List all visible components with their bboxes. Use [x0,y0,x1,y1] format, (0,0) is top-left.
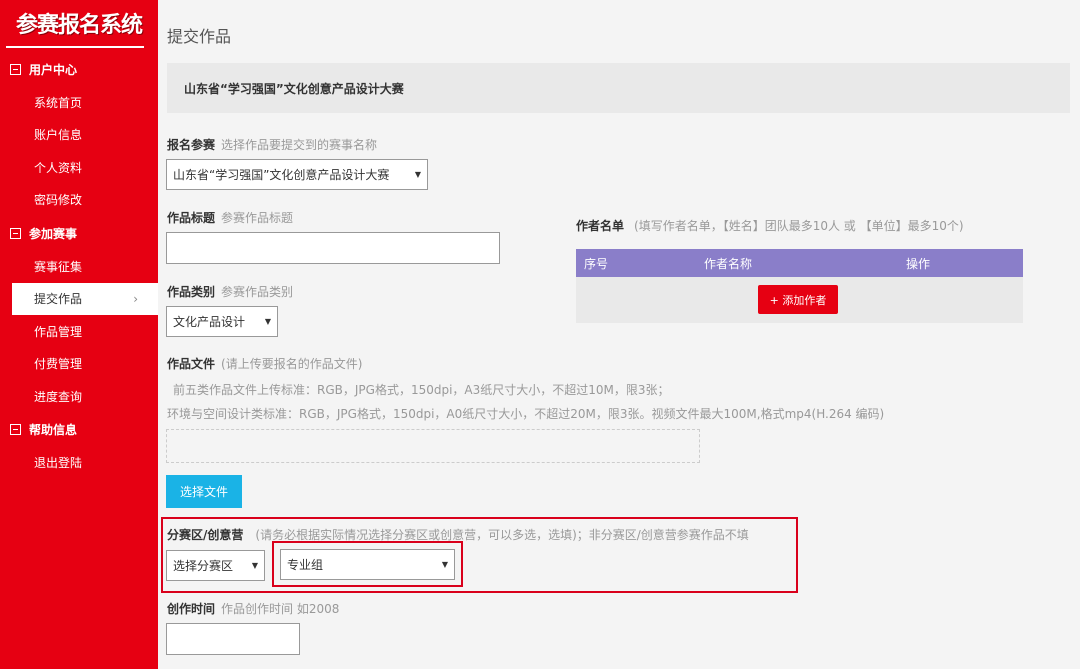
author-table: 序号 作者名称 操作 + 添加作者 [576,249,1023,323]
category-select[interactable]: 文化产品设计 ▼ [166,306,278,337]
title-label-text: 作品标题 [167,211,216,225]
contest-banner: 山东省“学习强国”文化创意产品设计大赛 [167,63,1070,113]
dropdown-arrow-icon: ▼ [414,170,421,179]
sidebar: 参赛报名系统 用户中心 系统首页 账户信息 个人资料 密码修改 参加赛事 赛事征… [0,0,158,669]
group-select-value: 专业组 [287,558,324,572]
file-note-2: 环境与空间设计类标准：RGB，JPG格式，150dpi，A0纸尺寸大小，不超过2… [167,407,885,421]
nav-group-label: 用户中心 [29,62,78,77]
nav-group-help[interactable]: 帮助信息 [0,413,158,447]
category-select-value: 文化产品设计 [173,315,246,329]
year-label-text: 创作时间 [167,602,216,616]
division-select-value: 选择分赛区 [173,559,234,573]
column-header-actions: 操作 [906,256,931,271]
sidebar-item-password[interactable]: 密码修改 [0,184,158,217]
year-input[interactable] [166,623,300,655]
contest-hint: 选择作品要提交到的赛事名称 [221,138,378,152]
chevron-right-icon: › [133,291,138,306]
nav-group-label: 帮助信息 [29,423,78,437]
collapse-icon [10,63,21,75]
dropdown-arrow-icon: ▼ [251,561,258,570]
choose-file-button[interactable]: 选择文件 [166,475,242,508]
dropdown-arrow-icon: ▼ [441,560,448,569]
file-label: 作品文件 (请上传要报名的作品文件) [167,355,362,372]
contest-label: 报名参赛 选择作品要提交到的赛事名称 [167,136,377,153]
collapse-icon [10,424,21,435]
sidebar-item-home[interactable]: 系统首页 [0,86,158,119]
sidebar-item-payment[interactable]: 付费管理 [0,348,158,381]
dropdown-arrow-icon: ▼ [264,317,271,326]
division-label-text: 分赛区/创意营 [167,528,244,542]
page-title: 提交作品 [167,27,232,46]
year-hint: 作品创作时间 如2008 [221,602,340,616]
author-table-header: 序号 作者名称 操作 [576,249,1023,277]
file-upload-area[interactable] [166,429,700,463]
group-select[interactable]: 专业组 ▼ [280,549,455,580]
year-label: 创作时间 作品创作时间 如2008 [167,600,339,617]
category-label: 作品类别 参赛作品类别 [167,283,293,300]
app-logo: 参赛报名系统 [15,12,143,38]
sidebar-item-submit-work[interactable]: 提交作品 › [12,282,158,315]
add-author-button[interactable]: + 添加作者 [758,285,838,314]
nav-group-label: 参加赛事 [29,226,78,241]
division-hint: (请务必根据实际情况选择分赛区或创意营，可以多选，选填)；非分赛区/创意营参赛作… [255,528,749,542]
contest-label-text: 报名参赛 [167,138,216,152]
file-note-1: 前五类作品文件上传标准：RGB，JPG格式，150dpi，A3纸尺寸大小，不超过… [173,383,670,397]
file-hint: (请上传要报名的作品文件) [221,357,363,371]
sidebar-item-contest-call[interactable]: 赛事征集 [0,250,158,283]
sidebar-item-work-management[interactable]: 作品管理 [0,315,158,348]
sidebar-item-logout[interactable]: 退出登陆 [0,447,158,480]
category-hint: 参赛作品类别 [221,285,294,299]
title-input[interactable] [166,232,500,264]
contest-select[interactable]: 山东省“学习强国”文化创意产品设计大赛 ▼ [166,159,428,190]
logo-underline [6,46,144,48]
category-label-text: 作品类别 [167,285,216,299]
file-label-text: 作品文件 [167,357,216,371]
sidebar-item-progress[interactable]: 进度查询 [0,380,158,413]
title-label: 作品标题 参赛作品标题 [167,209,293,226]
author-list-hint: (填写作者名单，【姓名】团队最多10人 或 【单位】最多10个) [634,219,964,233]
nav-group-user-center[interactable]: 用户中心 [0,52,158,86]
column-header-index: 序号 [584,256,609,271]
sidebar-item-profile[interactable]: 个人资料 [0,151,158,184]
nav-group-contests[interactable]: 参加赛事 [0,216,158,250]
sidebar-item-account[interactable]: 账户信息 [0,119,158,152]
division-select[interactable]: 选择分赛区 ▼ [166,550,265,581]
contest-select-value: 山东省“学习强国”文化创意产品设计大赛 [173,168,390,182]
sidebar-item-label: 提交作品 [34,292,83,307]
author-list-label: 作者名单 (填写作者名单，【姓名】团队最多10人 或 【单位】最多10个) [576,217,964,234]
main-content: 提交作品 山东省“学习强国”文化创意产品设计大赛 报名参赛 选择作品要提交到的赛事… [158,0,1080,669]
collapse-icon [10,227,21,239]
title-hint: 参赛作品标题 [221,211,294,225]
author-list-title: 作者名单 [576,219,625,233]
column-header-name: 作者名称 [704,256,753,271]
